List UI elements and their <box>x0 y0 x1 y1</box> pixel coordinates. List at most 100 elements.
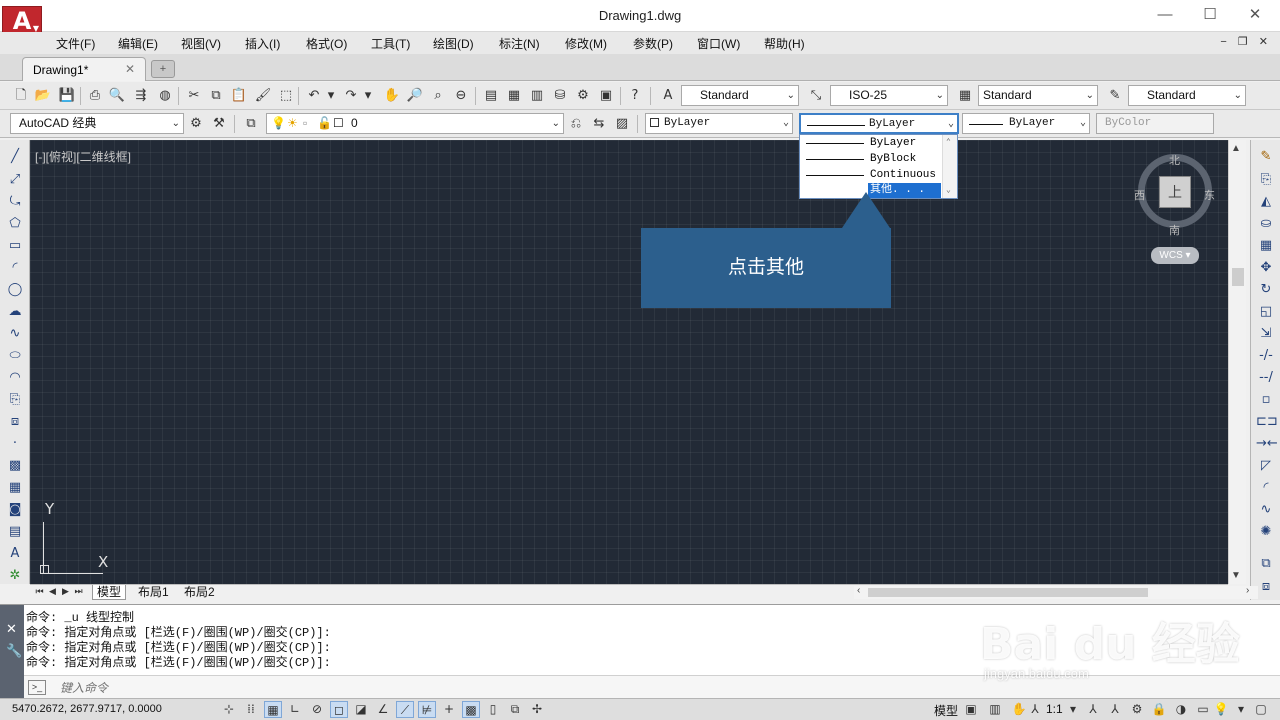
blend-curves-icon[interactable]: ∿ <box>1256 501 1276 519</box>
layer-states-icon[interactable]: ▨ <box>613 115 631 133</box>
publish-icon[interactable]: ⇶ <box>132 87 150 105</box>
menu-modify[interactable]: 修改(M) <box>565 35 607 52</box>
menu-parametric[interactable]: 参数(P) <box>633 35 673 52</box>
clean-screen-icon[interactable]: ▢ <box>1252 701 1270 718</box>
trim-icon[interactable]: -/- <box>1256 347 1276 365</box>
cursor-coordinates[interactable]: 5470.2672, 2677.9717, 0.0000 <box>12 703 162 715</box>
save-icon[interactable]: 💾 <box>58 87 76 105</box>
first-layout-icon[interactable]: ⏮ <box>34 586 45 599</box>
design-center-icon[interactable]: ▦ <box>505 87 523 105</box>
chevron-down-icon[interactable]: ▾ <box>359 87 377 105</box>
multiline-text-icon[interactable]: A <box>5 545 25 563</box>
maximize-button[interactable]: ☐ <box>1195 4 1225 26</box>
annotation-scale-icon[interactable]: ⅄ <box>1026 701 1044 718</box>
scale-icon[interactable]: ◱ <box>1256 303 1276 321</box>
customize-icon[interactable]: ⚒ <box>210 115 228 133</box>
compass-east[interactable]: 东 <box>1204 187 1215 203</box>
chevron-down-icon[interactable]: ▾ <box>1064 701 1082 718</box>
revision-cloud-icon[interactable]: ☁ <box>5 303 25 321</box>
drawing-canvas[interactable]: [-][俯视][二维线框] Y X 上 北 南 东 西 WCS ▾ <box>30 140 1228 584</box>
quick-properties-icon[interactable]: ▯ <box>484 701 502 718</box>
menu-view[interactable]: 视图(V) <box>181 35 221 52</box>
polar-tracking-icon[interactable]: ⊘ <box>308 701 326 718</box>
menu-window[interactable]: 窗口(W) <box>697 35 740 52</box>
object-snap-icon[interactable]: ◻ <box>330 701 348 718</box>
zoom-window-icon[interactable]: ⌕ <box>429 87 447 105</box>
circle-icon[interactable]: ◯ <box>5 281 25 299</box>
selection-cycling-icon[interactable]: ⧉ <box>506 701 524 718</box>
ellipse-icon[interactable]: ⬭ <box>5 347 25 365</box>
annotation-monitor-icon[interactable]: ✢ <box>528 701 546 718</box>
chamfer-icon[interactable]: ◸ <box>1256 457 1276 475</box>
hardware-acceleration-icon[interactable]: ◑ <box>1172 701 1190 718</box>
publish-web-icon[interactable]: ◍ <box>156 87 174 105</box>
match-properties-icon[interactable]: 🖌 <box>254 87 272 105</box>
snap-mode-icon[interactable]: ⁞⁞ <box>242 701 260 718</box>
copy-object-icon[interactable]: ⎘ <box>1256 171 1276 189</box>
workspace-switching-icon[interactable]: ⚙ <box>1128 701 1146 718</box>
infer-constraints-icon[interactable]: ⊹ <box>220 701 238 718</box>
vertical-scrollbar[interactable]: ▲ ▼ <box>1228 140 1246 584</box>
quick-view-layouts-icon[interactable]: ▣ <box>962 701 980 718</box>
sheet-set-icon[interactable]: ⛁ <box>551 87 569 105</box>
multileader-style-icon[interactable]: ✎ <box>1106 87 1124 105</box>
menu-help[interactable]: 帮助(H) <box>764 35 805 52</box>
wcs-menu-button[interactable]: WCS ▾ <box>1151 247 1199 264</box>
rotate-icon[interactable]: ↻ <box>1256 281 1276 299</box>
file-tab-drawing1[interactable]: Drawing1* ✕ <box>22 57 146 81</box>
erase-icon[interactable]: ✎ <box>1256 148 1276 166</box>
quick-view-drawings-icon[interactable]: ▥ <box>986 701 1004 718</box>
document-window-controls[interactable]: − ❐ ✕ <box>1220 35 1272 48</box>
layer-previous-icon[interactable]: ⇆ <box>590 115 608 133</box>
scroll-up-icon[interactable]: ▲ <box>1231 143 1241 154</box>
multileader-style-select[interactable]: Standard ⌄ <box>1128 85 1246 106</box>
draw-order-icon[interactable]: ⧉ <box>1256 555 1276 573</box>
break-at-point-icon[interactable]: ▫ <box>1256 391 1276 409</box>
scroll-thumb[interactable] <box>1232 268 1244 286</box>
close-button[interactable]: ✕ <box>1240 4 1270 26</box>
compass-north[interactable]: 北 <box>1169 152 1180 168</box>
gradient-icon[interactable]: ▦ <box>5 479 25 497</box>
dynamic-input-icon[interactable]: ⊭ <box>418 701 436 718</box>
dropdown-scrollbar[interactable]: ⌃ ⌄ <box>942 135 957 198</box>
point-icon[interactable]: · <box>5 435 25 453</box>
offset-icon[interactable]: ⛀ <box>1256 215 1276 233</box>
cut-icon[interactable]: ✂ <box>185 87 203 105</box>
lineweight-select[interactable]: ByLayer ⌄ <box>962 113 1090 134</box>
model-space-label[interactable]: 模型 <box>934 702 958 719</box>
menu-format[interactable]: 格式(O) <box>306 35 347 52</box>
workspace-settings-icon[interactable]: ⚙ <box>187 115 205 133</box>
table-icon[interactable]: ▤ <box>5 523 25 541</box>
chevron-down-icon[interactable]: ⌄ <box>946 185 951 195</box>
chevron-down-icon[interactable]: ▾ <box>1232 701 1250 718</box>
make-current-layer-icon[interactable]: ⎌ <box>567 115 585 133</box>
construction-line-icon[interactable]: ⤢ <box>5 171 25 189</box>
menu-file[interactable]: 文件(F) <box>56 35 95 52</box>
layer-properties-icon[interactable]: ⧉ <box>242 115 260 133</box>
make-block-icon[interactable]: ⧈ <box>5 413 25 431</box>
add-selected-icon[interactable]: ✲ <box>5 567 25 585</box>
text-style-icon[interactable]: A <box>659 87 677 105</box>
annotation-visibility-icon[interactable]: ⅄ <box>1084 701 1102 718</box>
ellipse-arc-icon[interactable]: ◠ <box>5 369 25 387</box>
table-style-select[interactable]: Standard ⌄ <box>978 85 1098 106</box>
linetype-option-bylayer[interactable]: ByLayer <box>801 136 941 151</box>
wrench-icon[interactable]: 🔧 <box>6 643 22 659</box>
menu-tools[interactable]: 工具(T) <box>371 35 410 52</box>
hatch-icon[interactable]: ▩ <box>5 457 25 475</box>
dimension-style-icon[interactable]: ⤡ <box>807 87 825 105</box>
menu-edit[interactable]: 编辑(E) <box>118 35 158 52</box>
annotation-scale-value[interactable]: 1:1 <box>1046 702 1063 716</box>
viewport-controls[interactable]: [-][俯视][二维线框] <box>35 148 131 165</box>
bring-to-front-icon[interactable]: ⧈ <box>1256 578 1276 596</box>
text-style-select[interactable]: Standard ⌄ <box>681 85 799 106</box>
extend-icon[interactable]: --/ <box>1256 369 1276 387</box>
linetype-select[interactable]: ByLayer ⌄ <box>799 113 959 134</box>
scroll-thumb[interactable] <box>868 588 1148 597</box>
plot-icon[interactable]: ⎙ <box>86 87 104 105</box>
break-icon[interactable]: ⊏⊐ <box>1256 413 1278 431</box>
table-style-icon[interactable]: ▦ <box>956 87 974 105</box>
color-select[interactable]: ByLayer ⌄ <box>645 113 793 134</box>
lineweight-toggle-icon[interactable]: + <box>440 701 458 718</box>
next-layout-icon[interactable]: ▶ <box>60 586 71 599</box>
